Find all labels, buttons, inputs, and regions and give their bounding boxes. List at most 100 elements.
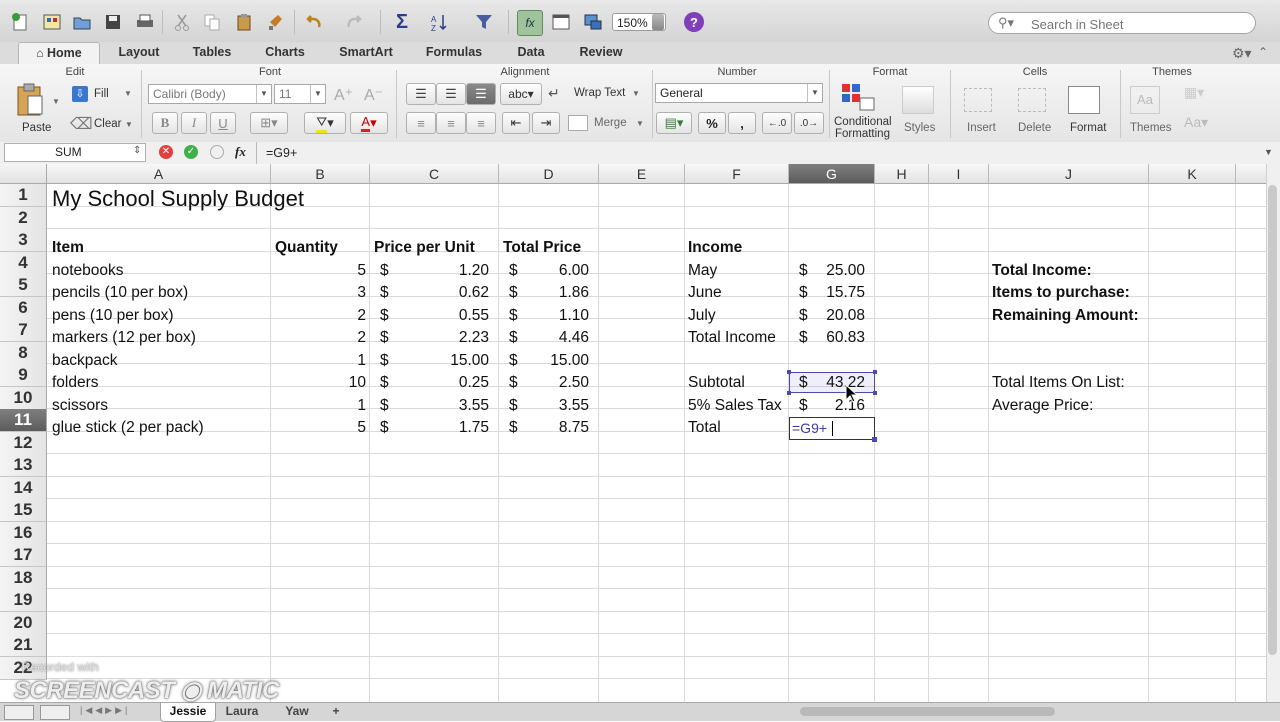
income-label[interactable]: May [688,260,717,282]
align-middle-button[interactable]: ☰ [436,83,466,105]
tab-home[interactable]: ⌂ Home [18,42,100,65]
page-layout-view-icon[interactable] [40,705,70,720]
total-label[interactable]: Total [688,417,721,439]
sort-icon[interactable]: AZ [428,10,452,34]
select-all-corner[interactable] [0,164,47,184]
column-header-b[interactable]: B [271,164,370,184]
vertical-scroll-thumb[interactable] [1268,185,1277,655]
subtotal-label[interactable]: Subtotal [688,372,745,394]
templates-icon[interactable] [40,10,64,34]
sheet-title[interactable]: My School Supply Budget [52,186,304,212]
item-price[interactable]: 3.55 [400,395,489,417]
item-total[interactable]: 4.46 [530,327,589,349]
increase-decimal-button[interactable]: ←.0 [762,112,792,134]
font-color-button[interactable]: A ▾ [350,112,388,134]
row-header-19[interactable]: 19 [0,589,47,612]
item-name[interactable]: glue stick (2 per pack) [52,417,204,439]
horizontal-scroll-thumb[interactable] [800,707,1055,716]
tab-layout[interactable]: Layout [108,42,170,64]
percent-button[interactable]: % [698,112,726,134]
gallery-icon[interactable] [549,10,573,34]
column-header-i[interactable]: I [929,164,989,184]
column-header-g[interactable]: G [789,164,875,184]
income-label[interactable]: July [688,305,716,327]
item-total[interactable]: 1.10 [530,305,589,327]
header-price-per-unit[interactable]: Price per Unit [374,237,475,259]
collapse-ribbon-icon[interactable]: ⌃ [1258,45,1268,59]
item-total[interactable]: 2.50 [530,372,589,394]
item-price[interactable]: 2.23 [400,327,489,349]
copy-icon[interactable] [200,10,224,34]
summary-total-items-on-list[interactable]: Total Items On List: [992,372,1125,394]
formula-builder-icon[interactable] [210,145,224,159]
income-value[interactable]: 20.08 [812,305,865,327]
decrease-decimal-button[interactable]: .0→ [794,112,824,134]
ribbon-settings-icon[interactable]: ⚙▾ [1232,45,1252,62]
tab-formulas[interactable]: Formulas [418,42,490,64]
row-header-6[interactable]: 6 [0,297,47,320]
increase-font-icon[interactable]: A⁺ [334,85,353,105]
borders-button[interactable]: ⊞▾ [250,112,288,134]
item-total[interactable]: 6.00 [530,260,589,282]
column-header-f[interactable]: F [685,164,789,184]
sheet-tab-yaw[interactable]: Yaw [272,703,322,721]
save-icon[interactable] [101,10,125,34]
row-header-8[interactable]: 8 [0,342,47,365]
item-qty[interactable]: 2 [272,327,366,349]
increase-indent-button[interactable]: ⇥ [532,112,560,134]
styles-button[interactable]: Styles [896,82,944,138]
row-header-18[interactable]: 18 [0,567,47,590]
cancel-icon[interactable]: ✕ [159,145,173,159]
zoom-stepper[interactable] [652,14,664,30]
item-name[interactable]: folders [52,372,99,394]
item-price[interactable]: 15.00 [400,350,489,372]
item-qty[interactable]: 1 [272,395,366,417]
row-header-10[interactable]: 10 [0,387,47,410]
item-qty[interactable]: 1 [272,350,366,372]
align-right-button[interactable]: ≡ [466,112,496,134]
item-price[interactable]: 0.55 [400,305,489,327]
income-value[interactable]: 15.75 [812,282,865,304]
row-header-2[interactable]: 2 [0,207,47,230]
income-value[interactable]: 60.83 [812,327,865,349]
row-header-14[interactable]: 14 [0,477,47,500]
summary-items-to-purchase[interactable]: Items to purchase: [992,282,1130,304]
new-document-icon[interactable] [8,10,32,34]
row-header-17[interactable]: 17 [0,544,47,567]
sheet-tab-laura[interactable]: Laura [218,703,266,721]
item-qty[interactable]: 5 [272,260,366,282]
item-total[interactable]: 1.86 [530,282,589,304]
clear-button[interactable]: ⌫ Clear ▼ [70,116,134,134]
item-price[interactable]: 0.62 [400,282,489,304]
search-box[interactable]: ⚲▾ [988,12,1256,34]
cut-icon[interactable] [170,10,194,34]
item-price[interactable]: 0.25 [400,372,489,394]
row-header-15[interactable]: 15 [0,499,47,522]
item-price[interactable]: 1.75 [400,417,489,439]
font-name-select[interactable]: Calibri (Body) ▼ [148,84,272,104]
header-total-price[interactable]: Total Price [503,237,581,259]
row-header-20[interactable]: 20 [0,612,47,635]
decrease-font-icon[interactable]: A⁻ [364,85,383,105]
enter-icon[interactable]: ✓ [184,145,198,159]
item-total[interactable]: 15.00 [530,350,589,372]
income-value[interactable]: 25.00 [812,260,865,282]
row-header-7[interactable]: 7 [0,319,47,342]
tab-charts[interactable]: Charts [255,42,315,64]
row-header-9[interactable]: 9 [0,364,47,387]
column-header-k[interactable]: K [1149,164,1236,184]
item-total[interactable]: 3.55 [530,395,589,417]
format-cells-button[interactable]: Format [1064,82,1116,138]
column-header-c[interactable]: C [370,164,499,184]
sheet-navigation-arrows[interactable]: |◀◀▶▶| [80,705,130,716]
column-header-d[interactable]: D [499,164,599,184]
font-size-select[interactable]: 11 ▼ [274,84,326,104]
merge-button[interactable]: Merge ▼ [568,114,648,134]
header-quantity[interactable]: Quantity [275,237,338,259]
help-icon[interactable]: ? [682,10,706,34]
income-label[interactable]: June [688,282,722,304]
sales-tax-label[interactable]: 5% Sales Tax [688,395,782,417]
spreadsheet-grid[interactable]: A B C D E F G H I J K 1 2 3 4 5 6 7 8 9 … [0,164,1266,702]
comma-button[interactable]: , [728,112,756,134]
fill-color-button[interactable]: ⛛ ▾ [304,112,346,134]
